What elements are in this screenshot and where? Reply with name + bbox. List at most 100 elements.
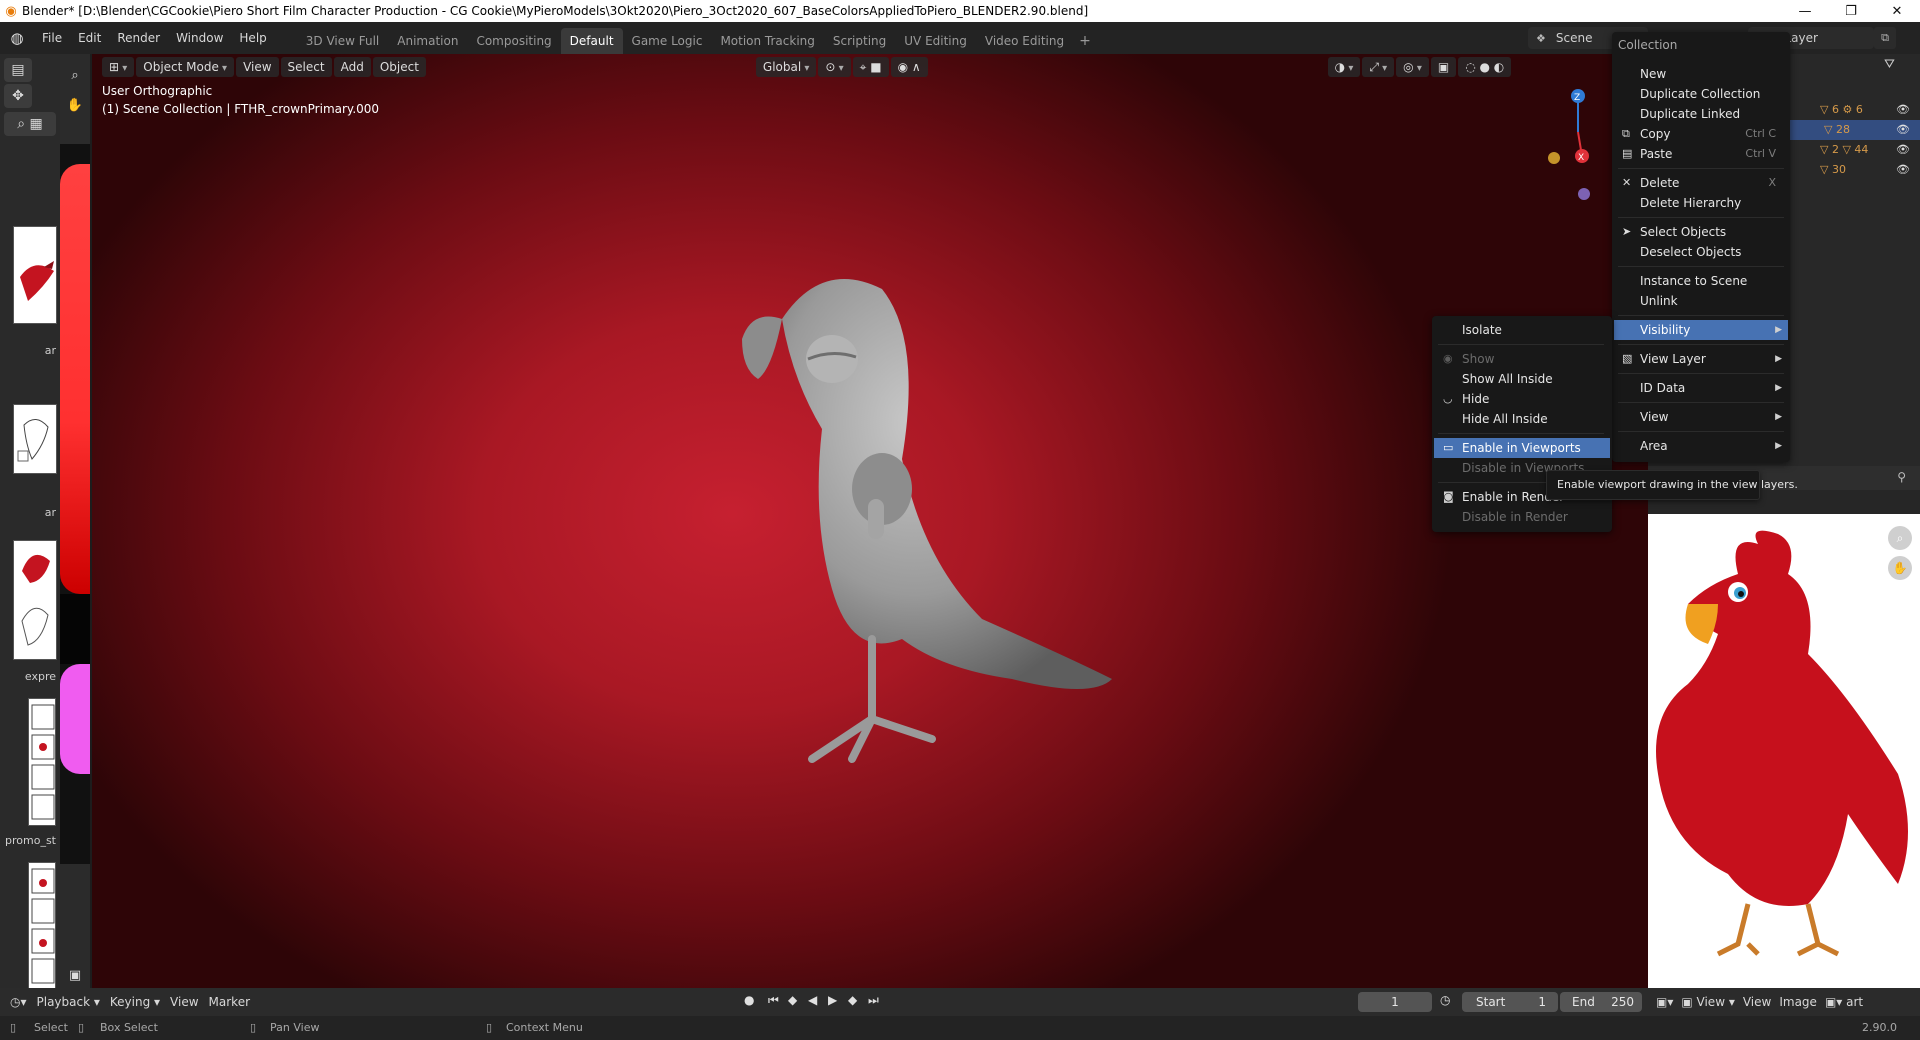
menu-item-visibility[interactable]: Visibility ▶ bbox=[1614, 320, 1788, 340]
hand-pan-icon[interactable]: ✋ bbox=[1888, 556, 1912, 580]
end-frame-field[interactable]: End 250 bbox=[1560, 992, 1642, 1012]
thumbnail-expressions[interactable] bbox=[13, 540, 57, 660]
gizmo-icon[interactable]: ⤢ bbox=[1362, 57, 1395, 77]
menu-item-area[interactable]: Area ▶ bbox=[1614, 436, 1788, 456]
view-mode-dropdown[interactable]: ▣ View ▾ bbox=[1681, 995, 1734, 1009]
add-menu[interactable]: Add bbox=[333, 57, 371, 77]
menu-render[interactable]: Render bbox=[109, 26, 168, 50]
overlay-icon[interactable]: ◎ bbox=[1396, 57, 1429, 77]
menu-item-isolate[interactable]: Isolate bbox=[1434, 320, 1610, 340]
eye-icon[interactable]: 👁 bbox=[1896, 143, 1910, 156]
record-icon[interactable]: ● bbox=[744, 993, 754, 1007]
editor-type-button[interactable]: ⊞ bbox=[102, 57, 135, 77]
menu-item-enable-in-viewports[interactable]: ▭ Enable in Viewports bbox=[1434, 438, 1610, 458]
tab-uv-editing[interactable]: UV Editing bbox=[895, 28, 976, 54]
image-selector[interactable]: ▣▾ art bbox=[1825, 995, 1863, 1009]
jump-end-icon[interactable]: ⏭ bbox=[868, 993, 879, 1008]
menu-item-view[interactable]: View ▶ bbox=[1614, 407, 1788, 427]
object-mode-dropdown[interactable]: Object Mode bbox=[136, 57, 235, 77]
move-view-icon[interactable]: ✥ bbox=[4, 84, 32, 108]
zoom-icon[interactable]: ⌕ bbox=[63, 64, 87, 86]
menu-item-hide[interactable]: ◡ Hide bbox=[1434, 389, 1610, 409]
tab-video-editing[interactable]: Video Editing bbox=[976, 28, 1073, 54]
editor-type-icon[interactable]: ▣▾ bbox=[1656, 995, 1673, 1009]
menu-item-deselect-objects[interactable]: Deselect Objects bbox=[1614, 242, 1788, 262]
menu-help[interactable]: Help bbox=[231, 26, 274, 50]
proportional-edit-icon[interactable]: ◉ ∧ bbox=[890, 57, 928, 77]
view-menu[interactable]: View bbox=[170, 995, 198, 1009]
start-frame-field[interactable]: Start 1 bbox=[1462, 992, 1558, 1012]
play-reverse-icon[interactable]: ◀ bbox=[808, 993, 817, 1007]
menu-item-id-data[interactable]: ID Data ▶ bbox=[1614, 378, 1788, 398]
add-workspace-button[interactable]: + bbox=[1073, 28, 1097, 54]
menu-item-duplicate-linked[interactable]: Duplicate Linked bbox=[1614, 104, 1788, 124]
search-view-icon[interactable]: ⌕ ▦ bbox=[4, 112, 56, 136]
clock-icon[interactable]: ◷ bbox=[1440, 993, 1450, 1007]
tab-game-logic[interactable]: Game Logic bbox=[623, 28, 712, 54]
menu-window[interactable]: Window bbox=[168, 26, 231, 50]
thumbnail-sketch[interactable] bbox=[13, 404, 57, 474]
thumbnail-bird-wing[interactable] bbox=[13, 226, 57, 324]
thumbnail-promo-sheet[interactable] bbox=[28, 698, 56, 826]
editor-type-icon[interactable]: ▤ bbox=[4, 58, 32, 82]
tab-motion-tracking[interactable]: Motion Tracking bbox=[711, 28, 823, 54]
menu-edit[interactable]: Edit bbox=[70, 26, 109, 50]
menu-item-unlink[interactable]: Unlink bbox=[1614, 291, 1788, 311]
menu-item-instance-to-scene[interactable]: Instance to Scene bbox=[1614, 271, 1788, 291]
tab-compositing[interactable]: Compositing bbox=[467, 28, 560, 54]
shading-icon[interactable]: ◌ ● ◐ bbox=[1458, 57, 1512, 77]
eye-icon[interactable]: 👁 bbox=[1896, 123, 1910, 136]
close-button[interactable]: ✕ bbox=[1874, 0, 1920, 22]
menu-item-view-layer[interactable]: ▧ View Layer ▶ bbox=[1614, 349, 1788, 369]
next-keyframe-icon[interactable]: ◆ bbox=[848, 993, 857, 1007]
image-menu[interactable]: Image bbox=[1779, 995, 1817, 1009]
pivot-point-icon[interactable]: ⊙ bbox=[818, 57, 851, 77]
filter-icon[interactable]: ⛛ bbox=[1884, 57, 1895, 72]
select-menu[interactable]: Select bbox=[280, 57, 332, 77]
navigation-gizmo[interactable]: Z X bbox=[1538, 84, 1618, 204]
maximize-button[interactable]: ❐ bbox=[1828, 0, 1874, 22]
view-menu[interactable]: View bbox=[1743, 995, 1771, 1009]
menu-item-hide-all-inside[interactable]: Hide All Inside bbox=[1434, 409, 1610, 429]
object-menu[interactable]: Object bbox=[372, 57, 426, 77]
menu-item-show-all-inside[interactable]: Show All Inside bbox=[1434, 369, 1610, 389]
eye-icon[interactable]: 👁 bbox=[1896, 103, 1910, 116]
menu-item-paste[interactable]: ▤ Paste Ctrl V bbox=[1614, 144, 1788, 164]
prev-keyframe-icon[interactable]: ◆ bbox=[788, 993, 797, 1007]
eye-icon[interactable]: 👁 bbox=[1896, 163, 1910, 176]
keying-menu[interactable]: Keying ▾ bbox=[110, 995, 160, 1009]
menu-item-delete-hierarchy[interactable]: Delete Hierarchy bbox=[1614, 193, 1788, 213]
view-menu[interactable]: View bbox=[236, 57, 279, 77]
editor-type-icon[interactable]: ◷▾ bbox=[10, 995, 27, 1009]
blender-menu-icon[interactable]: ◍ bbox=[0, 22, 34, 54]
visibility-icon[interactable]: ◑ bbox=[1327, 57, 1361, 77]
play-icon[interactable]: ▶ bbox=[828, 993, 837, 1007]
editor-type-icon[interactable]: ▣ bbox=[63, 964, 87, 986]
tab-animation[interactable]: Animation bbox=[388, 28, 467, 54]
menu-item-copy[interactable]: ⧉ Copy Ctrl C bbox=[1614, 124, 1788, 144]
tab-scripting[interactable]: Scripting bbox=[824, 28, 895, 54]
parrot-model[interactable] bbox=[722, 259, 1142, 819]
menu-item-select-objects[interactable]: ➤ Select Objects bbox=[1614, 222, 1788, 242]
new-view-layer-icon[interactable]: ⧉ bbox=[1874, 27, 1896, 49]
playback-menu[interactable]: Playback ▾ bbox=[37, 995, 100, 1009]
minimize-button[interactable]: — bbox=[1782, 0, 1828, 22]
transform-orientation-dropdown[interactable]: Global bbox=[755, 57, 817, 77]
pin-icon[interactable]: ⚲ bbox=[1897, 470, 1906, 484]
menu-item-duplicate-collection[interactable]: Duplicate Collection bbox=[1614, 84, 1788, 104]
thumbnail-promo-sheet[interactable] bbox=[28, 862, 56, 990]
tab-default[interactable]: Default bbox=[560, 28, 623, 54]
image-editor-reference[interactable]: ⌕ ✋ bbox=[1648, 514, 1920, 988]
tab-3d-view-full[interactable]: 3D View Full bbox=[297, 28, 389, 54]
xray-icon[interactable]: ▣ bbox=[1430, 57, 1457, 77]
current-frame-field[interactable]: 1 bbox=[1358, 992, 1432, 1012]
3d-viewport[interactable]: ⊞ Object Mode View Select Add Object Glo… bbox=[92, 54, 1648, 988]
zoom-icon[interactable]: ⌕ bbox=[1888, 526, 1912, 550]
menu-item-new[interactable]: New bbox=[1614, 64, 1788, 84]
menu-file[interactable]: File bbox=[34, 26, 70, 50]
menu-item-delete[interactable]: ✕ Delete X bbox=[1614, 173, 1788, 193]
hand-pan-icon[interactable]: ✋ bbox=[63, 94, 87, 116]
jump-start-icon[interactable]: ⏮ bbox=[768, 993, 779, 1008]
marker-menu[interactable]: Marker bbox=[209, 995, 250, 1009]
snap-icon[interactable]: ⌖ ■ bbox=[852, 57, 889, 77]
